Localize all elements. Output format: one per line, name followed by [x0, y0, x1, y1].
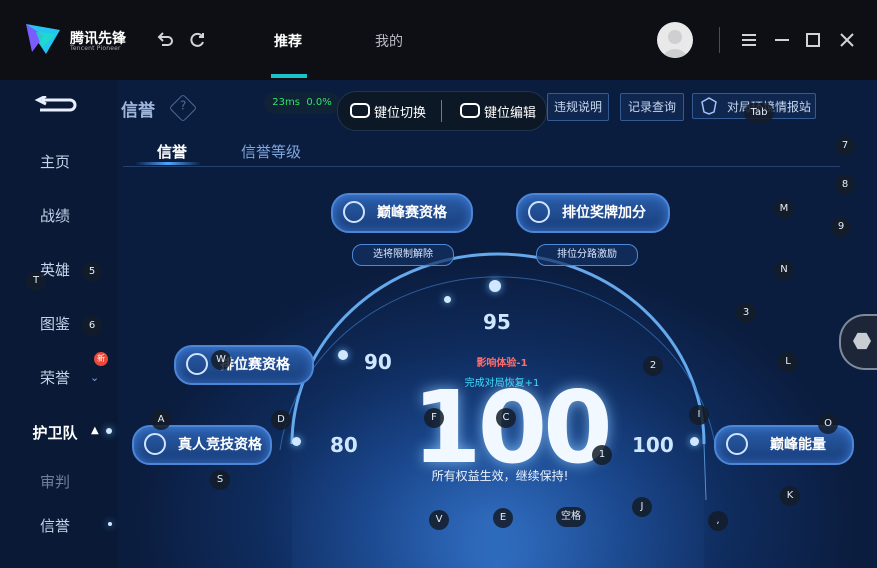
key-hint-7: 7: [835, 136, 855, 156]
loss-value: 0.0%: [306, 97, 332, 108]
avatar[interactable]: [657, 22, 693, 58]
return-icon[interactable]: [34, 96, 78, 114]
key-hint-o: O: [818, 414, 838, 434]
rank-match-qualification[interactable]: 排位赛资格: [174, 345, 314, 385]
key-hint-j: J: [632, 497, 652, 517]
keymap-divider: [441, 100, 442, 122]
key-hint-space: 空格: [556, 507, 586, 527]
peak-match-qualification[interactable]: 巅峰赛资格: [331, 193, 473, 233]
lane-incentive-tag[interactable]: 排位分路激励: [536, 244, 638, 266]
peak-energy-label: 巅峰能量: [770, 437, 826, 453]
key-hint-5: 5: [82, 262, 102, 282]
key-hint-9: 9: [831, 217, 851, 237]
key-edit-button[interactable]: 键位编辑: [484, 102, 536, 121]
active-subtab-indicator: [135, 162, 201, 165]
key-hint-l: L: [778, 352, 798, 372]
hero-limit-lift-tag[interactable]: 选将限制解除: [352, 244, 454, 266]
chevron-up-icon[interactable]: ▲: [91, 425, 99, 436]
menu-icon[interactable]: [741, 32, 757, 48]
key-hint-1: 1: [592, 445, 612, 465]
real-person-label: 真人竞技资格: [178, 437, 262, 453]
tencent-pioneer-logo: [26, 24, 60, 54]
key-switch-button[interactable]: 键位切换: [374, 102, 426, 121]
ping-value: 23ms: [272, 97, 300, 108]
rank-shield-icon: [186, 353, 208, 375]
close-icon[interactable]: [839, 32, 855, 48]
arc-node-100: [690, 437, 699, 446]
star-medal-icon: [528, 201, 550, 223]
network-status: 23ms 0.0%: [264, 92, 340, 114]
sidebar-item-credit[interactable]: 信誉: [0, 515, 110, 536]
arc-marker-80: 80: [330, 433, 358, 457]
arc-node-80: [292, 437, 301, 446]
sidebar-item-record[interactable]: 战绩: [0, 205, 110, 226]
key-hint-i: I: [689, 405, 709, 425]
key-hint-comma: ,: [708, 511, 728, 531]
key-hint-3: 3: [736, 303, 756, 323]
tabs-divider: [123, 166, 840, 167]
key-hint-k: K: [780, 486, 800, 506]
arc-node-95: [489, 280, 501, 292]
rank-match-label: 排位赛资格: [220, 357, 290, 373]
rank-bonus-label: 排位奖牌加分: [562, 205, 646, 221]
page-title: 信誉: [121, 101, 155, 121]
key-hint-n: N: [774, 260, 794, 280]
hexagon-icon: [853, 332, 871, 350]
key-hint-e: E: [493, 508, 513, 528]
key-hint-a: A: [151, 410, 171, 430]
hexagon-energy-icon: [726, 433, 748, 455]
key-hint-w: W: [211, 350, 231, 370]
impact-text: 影响体验-1: [476, 358, 528, 369]
peak-match-label: 巅峰赛资格: [377, 205, 447, 221]
key-hint-f: F: [424, 408, 444, 428]
active-indicator-dot: [106, 428, 112, 434]
user-silhouette-icon: [663, 30, 687, 58]
back-icon[interactable]: [156, 31, 174, 49]
violation-info-button[interactable]: 违规说明: [547, 93, 609, 121]
tab-recommend[interactable]: 推荐: [274, 31, 302, 51]
arc-marker-90: 90: [364, 350, 392, 374]
keymap-bar: 键位切换 键位编辑: [337, 91, 547, 131]
record-query-button[interactable]: 记录查询: [620, 93, 684, 121]
tab-credit[interactable]: 信誉: [157, 141, 187, 162]
gamepad-edit-icon: [460, 103, 480, 118]
key-hint-tab: Tab: [744, 103, 774, 123]
key-hint-d: D: [271, 410, 291, 430]
sword-icon: [144, 433, 166, 455]
key-hint-s: S: [210, 470, 230, 490]
arc-marker-100: 100: [632, 433, 674, 457]
arc-node: [444, 296, 451, 303]
new-badge: 新: [94, 352, 108, 366]
chevron-down-icon[interactable]: ⌄: [90, 371, 99, 384]
peak-match-icon: [343, 201, 365, 223]
status-message: 所有权益生效，继续保持!: [431, 469, 569, 483]
real-person-qualification[interactable]: 真人竞技资格: [132, 425, 272, 465]
refresh-icon[interactable]: [188, 31, 206, 49]
key-hint-m: M: [774, 199, 794, 219]
active-tab-indicator: [271, 74, 307, 78]
sidebar-item-judge[interactable]: 审判: [0, 471, 110, 492]
emblem-icon: [701, 97, 717, 115]
credit-score: 100: [412, 369, 613, 486]
minimize-icon[interactable]: [774, 32, 790, 48]
key-hint-t: T: [26, 271, 46, 291]
maximize-icon[interactable]: [805, 32, 821, 48]
logo-subtitle: Tencent Pioneer: [70, 45, 121, 52]
rank-bonus-qualification[interactable]: 排位奖牌加分: [516, 193, 670, 233]
key-hint-2: 2: [643, 356, 663, 376]
key-hint-c: C: [496, 408, 516, 428]
sidebar-item-home[interactable]: 主页: [0, 151, 110, 172]
titlebar-divider: [719, 27, 720, 53]
gamepad-icon: [350, 103, 370, 118]
key-hint-8: 8: [835, 175, 855, 195]
arc-node-90: [338, 350, 348, 360]
key-hint-v: V: [429, 510, 449, 530]
score-arc: [279, 252, 717, 568]
key-hint-6: 6: [82, 316, 102, 336]
tab-mine[interactable]: 我的: [375, 31, 403, 51]
tab-credit-level[interactable]: 信誉等级: [241, 141, 301, 162]
arc-marker-95: 95: [483, 310, 511, 334]
selected-dot: [108, 522, 112, 526]
